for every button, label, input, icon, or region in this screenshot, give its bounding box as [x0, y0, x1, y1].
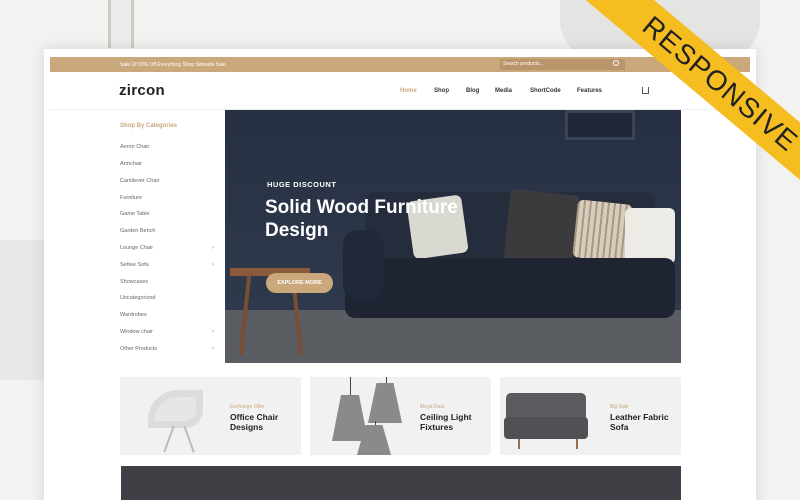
hero-title: Solid Wood Furniture Design — [265, 197, 458, 241]
pillow — [625, 208, 675, 264]
sidebar-item-game-table[interactable]: Game Table — [120, 211, 220, 217]
nav-media[interactable]: Media — [495, 88, 512, 94]
nav-home[interactable]: Home — [400, 88, 417, 94]
sidebar-item-lounge-chair[interactable]: Lounge Chair › — [120, 245, 220, 251]
background-plant-vase — [108, 0, 134, 48]
sidebar-item-window-chair[interactable]: Window chair › — [120, 329, 220, 335]
search-icon[interactable] — [613, 60, 619, 66]
lamp-image — [332, 395, 368, 441]
sofa-leg — [518, 439, 520, 449]
chair-leg — [163, 425, 175, 453]
card-kicker: Mega Deal — [420, 404, 445, 410]
wall-art — [565, 110, 635, 140]
site-header: zircon Home Shop Blog Media ShortCode Fe… — [50, 72, 750, 110]
sofa-leg — [576, 439, 578, 449]
sidebar-item-wardrobes[interactable]: Wardrobes — [120, 312, 220, 318]
nav-features[interactable]: Features — [577, 88, 602, 94]
chevron-right-icon: › — [212, 245, 214, 251]
card-kicker: Big Sale — [610, 404, 629, 410]
explore-more-button[interactable]: EXPLORE MORE — [266, 273, 333, 293]
sidebar-item-armchair[interactable]: Armchair — [120, 161, 220, 167]
site-logo[interactable]: zircon — [119, 82, 165, 99]
sidebar-item-cantilever-chair[interactable]: Cantilever Chair — [120, 178, 220, 184]
search-input[interactable]: Search products... — [500, 59, 625, 70]
nav-shortcode[interactable]: ShortCode — [530, 88, 561, 94]
sidebar-item-furniture[interactable]: Furniture — [120, 195, 220, 201]
sidebar-item-other-products[interactable]: Other Products › — [120, 346, 220, 352]
promo-card-ceiling-light[interactable]: Mega Deal Ceiling Light Fixtures — [310, 377, 491, 455]
promo-card-leather-sofa[interactable]: Big Sale Leather Fabric Sofa — [500, 377, 681, 455]
sidebar-item-uncategorized[interactable]: Uncategorized — [120, 295, 220, 301]
sofa-image-seat — [504, 417, 588, 439]
sidebar-item-showcases[interactable]: Showcases — [120, 279, 220, 285]
card-title: Ceiling Light Fixtures — [420, 412, 472, 432]
promo-text: Sale Of 50% Off Everything Shop Sitewide… — [120, 61, 226, 68]
chevron-right-icon: › — [212, 329, 214, 335]
cart-icon[interactable] — [642, 87, 649, 94]
top-promo-bar: Sale Of 50% Off Everything Shop Sitewide… — [50, 57, 750, 72]
sidebar-item-garden-bench[interactable]: Garden Bench — [120, 228, 220, 234]
sofa-seat — [345, 258, 675, 318]
lamp-image — [368, 383, 402, 423]
card-title: Leather Fabric Sofa — [610, 412, 669, 432]
chair-leg — [183, 425, 195, 453]
nav-blog[interactable]: Blog — [466, 88, 479, 94]
lamp-cord — [386, 377, 387, 383]
chair-image — [148, 390, 203, 428]
nav-shop[interactable]: Shop — [434, 88, 449, 94]
hero-eyebrow: HUGE DISCOUNT — [267, 180, 337, 189]
promo-card-office-chair[interactable]: Exchange Offer Office Chair Designs — [120, 377, 301, 455]
bottom-banner — [121, 466, 681, 500]
pillow — [572, 199, 633, 263]
lamp-cord — [350, 377, 351, 395]
hero-banner: HUGE DISCOUNT Solid Wood Furniture Desig… — [225, 110, 681, 363]
lamp-cord — [375, 421, 376, 425]
card-title: Office Chair Designs — [230, 412, 279, 432]
sidebar-item-aeron-chair[interactable]: Aeron Chair — [120, 144, 220, 150]
chevron-right-icon: › — [212, 346, 214, 352]
sidebar-title: Shop By Categories — [120, 123, 178, 129]
sidebar-item-settee-sofa[interactable]: Settee Sofa › — [120, 262, 220, 268]
chevron-right-icon: › — [212, 262, 214, 268]
category-sidebar: Shop By Categories Aeron Chair Armchair … — [112, 110, 224, 362]
card-kicker: Exchange Offer — [230, 404, 265, 410]
